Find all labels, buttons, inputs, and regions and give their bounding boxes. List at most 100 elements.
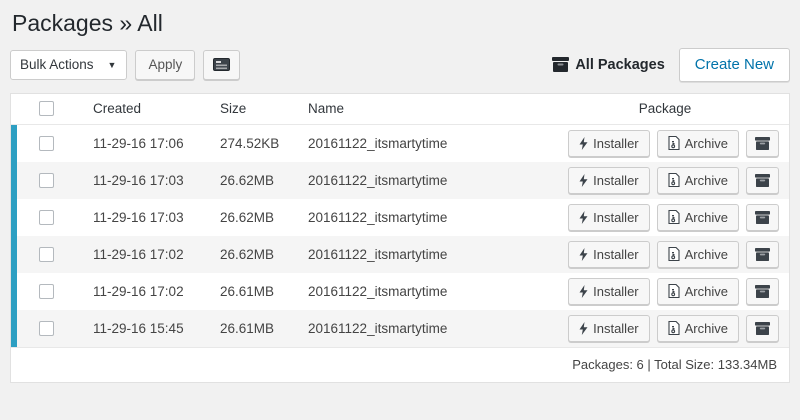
table-row: 11-29-16 17:03 26.62MB 20161122_itsmarty… <box>11 162 789 199</box>
list-view-button[interactable] <box>203 50 240 80</box>
row-checkbox[interactable] <box>39 173 54 188</box>
archive-button-label: Archive <box>685 210 728 225</box>
zip-file-icon <box>668 136 680 150</box>
row-actions: Installer Archive <box>567 315 789 342</box>
all-packages-label: All Packages <box>575 57 664 73</box>
accent-bar <box>11 125 17 347</box>
row-checkbox-cell <box>11 284 81 299</box>
installer-button[interactable]: Installer <box>568 167 650 194</box>
lightning-bolt-icon <box>579 248 588 261</box>
row-name: 20161122_itsmartytime <box>296 321 567 336</box>
installer-button[interactable]: Installer <box>568 130 650 157</box>
row-size: 274.52KB <box>208 136 296 151</box>
row-size: 26.61MB <box>208 284 296 299</box>
table-row: 11-29-16 15:45 26.61MB 20161122_itsmarty… <box>11 310 789 347</box>
installer-button-label: Installer <box>593 247 639 262</box>
zip-file-icon <box>668 284 680 298</box>
toolbar-right: All Packages Create New <box>552 48 790 82</box>
lightning-bolt-icon <box>579 285 588 298</box>
installer-button-label: Installer <box>593 136 639 151</box>
create-new-button[interactable]: Create New <box>679 48 790 82</box>
toolbar-left: Bulk Actions ▼ Apply <box>10 50 240 80</box>
table-row: 11-29-16 17:02 26.61MB 20161122_itsmarty… <box>11 273 789 310</box>
list-view-icon <box>213 58 230 71</box>
row-name: 20161122_itsmartytime <box>296 173 567 188</box>
row-actions: Installer Archive <box>567 204 789 231</box>
column-header-created: Created <box>81 101 208 116</box>
row-checkbox-cell <box>11 321 81 336</box>
bulk-actions-select[interactable]: Bulk Actions ▼ <box>10 50 127 80</box>
row-created: 11-29-16 15:45 <box>81 321 208 336</box>
zip-file-icon <box>668 210 680 224</box>
archive-button[interactable]: Archive <box>657 278 739 305</box>
archive-button[interactable]: Archive <box>657 167 739 194</box>
installer-button-label: Installer <box>593 321 639 336</box>
package-details-button[interactable] <box>746 315 779 342</box>
installer-button-label: Installer <box>593 284 639 299</box>
row-checkbox-cell <box>11 173 81 188</box>
archive-button-label: Archive <box>685 321 728 336</box>
row-checkbox-cell <box>11 210 81 225</box>
row-actions: Installer Archive <box>567 167 789 194</box>
row-created: 11-29-16 17:03 <box>81 210 208 225</box>
installer-button[interactable]: Installer <box>568 241 650 268</box>
row-name: 20161122_itsmartytime <box>296 210 567 225</box>
package-box-icon <box>552 57 569 72</box>
installer-button[interactable]: Installer <box>568 315 650 342</box>
archive-button[interactable]: Archive <box>657 130 739 157</box>
packages-table: Created Size Name Package 11-29-16 17:06… <box>10 93 790 383</box>
table-header-row: Created Size Name Package <box>11 94 789 125</box>
row-size: 26.61MB <box>208 321 296 336</box>
package-details-button[interactable] <box>746 204 779 231</box>
lightning-bolt-icon <box>579 211 588 224</box>
row-checkbox[interactable] <box>39 321 54 336</box>
select-all-checkbox[interactable] <box>39 101 54 116</box>
page-title: Packages » All <box>10 0 790 43</box>
apply-button[interactable]: Apply <box>135 50 195 80</box>
row-actions: Installer Archive <box>567 241 789 268</box>
package-details-button[interactable] <box>746 278 779 305</box>
package-box-icon <box>755 322 770 335</box>
package-details-button[interactable] <box>746 241 779 268</box>
package-details-button[interactable] <box>746 130 779 157</box>
package-box-icon <box>755 285 770 298</box>
package-box-icon <box>755 211 770 224</box>
packages-page: Packages » All Bulk Actions ▼ Apply <box>0 0 800 383</box>
row-checkbox[interactable] <box>39 136 54 151</box>
row-checkbox[interactable] <box>39 210 54 225</box>
column-header-package: Package <box>567 101 789 116</box>
zip-file-icon <box>668 173 680 187</box>
chevron-down-icon: ▼ <box>108 60 117 70</box>
table-row: 11-29-16 17:03 26.62MB 20161122_itsmarty… <box>11 199 789 236</box>
table-row: 11-29-16 17:02 26.62MB 20161122_itsmarty… <box>11 236 789 273</box>
lightning-bolt-icon <box>579 174 588 187</box>
row-created: 11-29-16 17:06 <box>81 136 208 151</box>
table-body: 11-29-16 17:06 274.52KB 20161122_itsmart… <box>11 125 789 347</box>
installer-button[interactable]: Installer <box>568 278 650 305</box>
table-footer: Packages: 6 | Total Size: 133.34MB <box>11 347 789 382</box>
column-header-name: Name <box>296 101 567 116</box>
archive-button-label: Archive <box>685 173 728 188</box>
row-checkbox[interactable] <box>39 284 54 299</box>
installer-button[interactable]: Installer <box>568 204 650 231</box>
installer-button-label: Installer <box>593 210 639 225</box>
archive-button[interactable]: Archive <box>657 204 739 231</box>
row-checkbox[interactable] <box>39 247 54 262</box>
header-checkbox-cell <box>11 101 81 116</box>
package-box-icon <box>755 248 770 261</box>
row-created: 11-29-16 17:02 <box>81 284 208 299</box>
row-size: 26.62MB <box>208 247 296 262</box>
row-name: 20161122_itsmartytime <box>296 136 567 151</box>
archive-button[interactable]: Archive <box>657 241 739 268</box>
footer-stats: Packages: 6 | Total Size: 133.34MB <box>572 357 777 372</box>
row-actions: Installer Archive <box>567 130 789 157</box>
all-packages-status: All Packages <box>552 57 664 73</box>
row-name: 20161122_itsmartytime <box>296 247 567 262</box>
package-details-button[interactable] <box>746 167 779 194</box>
archive-button[interactable]: Archive <box>657 315 739 342</box>
archive-button-label: Archive <box>685 136 728 151</box>
row-actions: Installer Archive <box>567 278 789 305</box>
archive-button-label: Archive <box>685 284 728 299</box>
bulk-actions-label: Bulk Actions <box>20 57 94 72</box>
package-box-icon <box>755 174 770 187</box>
